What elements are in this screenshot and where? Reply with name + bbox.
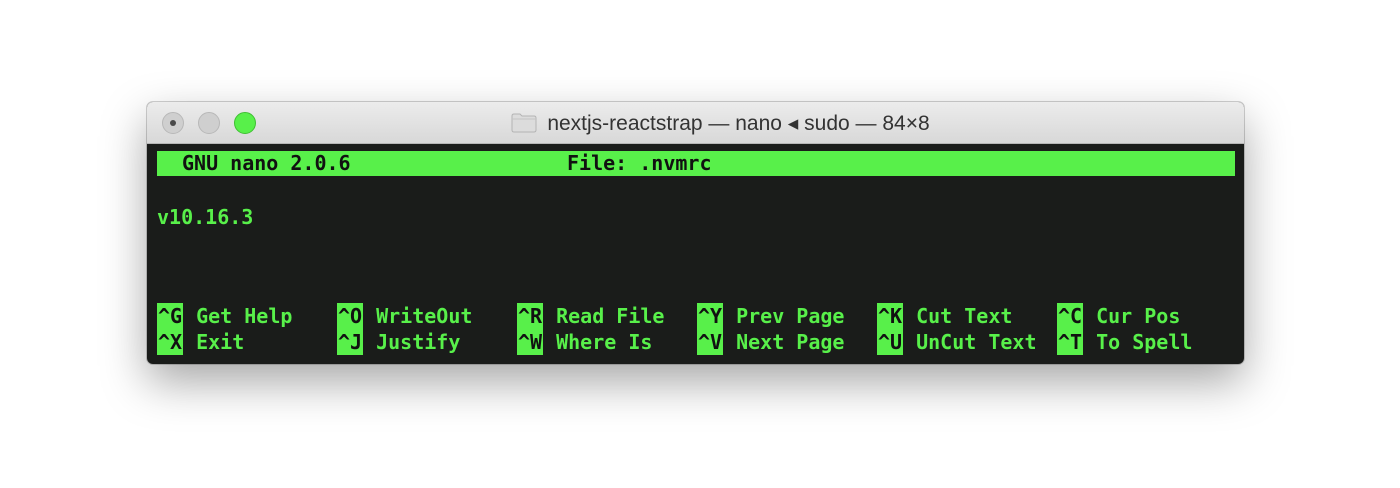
shortcut-key: ^V	[697, 329, 724, 355]
shortcut-label: Where Is	[556, 330, 653, 354]
shortcut-label: Get Help	[196, 304, 293, 328]
terminal-area[interactable]: GNU nano 2.0.6 File: .nvmrc v10.16.3 ^G …	[147, 144, 1244, 364]
shortcut-key: ^G	[157, 303, 184, 329]
shortcut-writeout[interactable]: ^O WriteOut	[337, 303, 472, 329]
title-bar[interactable]: nextjs-reactstrap — nano ◂ sudo — 84×8	[147, 102, 1244, 144]
shortcut-label: Cur Pos	[1096, 304, 1181, 328]
shortcut-label: Next Page	[736, 330, 845, 354]
shortcut-label: Justify	[376, 330, 461, 354]
shortcut-key: ^T	[1057, 329, 1084, 355]
shortcut-label: Read File	[556, 304, 665, 328]
shortcut-prev-page[interactable]: ^Y Prev Page	[697, 303, 844, 329]
shortcut-row-1: ^G Get Help ^O WriteOut ^R Read File ^Y …	[157, 303, 1180, 329]
shortcut-row-2: ^X Exit ^J Justify ^W Where Is ^V Next P…	[157, 329, 1192, 355]
nano-version: GNU nano 2.0.6	[182, 151, 351, 175]
shortcut-to-spell[interactable]: ^T To Spell	[1057, 329, 1192, 355]
terminal-window: nextjs-reactstrap — nano ◂ sudo — 84×8 G…	[147, 102, 1244, 364]
shortcut-key: ^U	[877, 329, 904, 355]
shortcut-label: To Spell	[1096, 330, 1193, 354]
shortcut-key: ^W	[517, 329, 544, 355]
shortcut-justify[interactable]: ^J Justify	[337, 329, 460, 355]
shortcut-label: Cut Text	[916, 304, 1013, 328]
shortcut-label: UnCut Text	[916, 330, 1037, 354]
shortcut-cur-pos[interactable]: ^C Cur Pos	[1057, 303, 1180, 329]
file-content[interactable]: v10.16.3	[157, 204, 253, 230]
shortcut-label: Exit	[196, 330, 245, 354]
folder-icon	[511, 113, 537, 133]
shortcut-key: ^X	[157, 329, 184, 355]
window-title: nextjs-reactstrap — nano ◂ sudo — 84×8	[547, 111, 930, 135]
shortcut-key: ^J	[337, 329, 364, 355]
shortcut-key: ^R	[517, 303, 544, 329]
shortcut-read-file[interactable]: ^R Read File	[517, 303, 664, 329]
shortcut-uncut-text[interactable]: ^U UnCut Text	[877, 329, 1037, 355]
shortcut-get-help[interactable]: ^G Get Help	[157, 303, 292, 329]
nano-header-bar: GNU nano 2.0.6 File: .nvmrc	[157, 151, 1235, 176]
shortcut-key: ^K	[877, 303, 904, 329]
shortcut-key: ^Y	[697, 303, 724, 329]
window-title-group: nextjs-reactstrap — nano ◂ sudo — 84×8	[147, 102, 1244, 144]
shortcut-next-page[interactable]: ^V Next Page	[697, 329, 844, 355]
shortcut-key: ^C	[1057, 303, 1084, 329]
shortcut-label: WriteOut	[376, 304, 473, 328]
nano-file-name: File: .nvmrc	[567, 151, 712, 175]
shortcut-where-is[interactable]: ^W Where Is	[517, 329, 652, 355]
shortcut-cut-text[interactable]: ^K Cut Text	[877, 303, 1012, 329]
shortcut-exit[interactable]: ^X Exit	[157, 329, 244, 355]
shortcut-key: ^O	[337, 303, 364, 329]
shortcut-label: Prev Page	[736, 304, 845, 328]
